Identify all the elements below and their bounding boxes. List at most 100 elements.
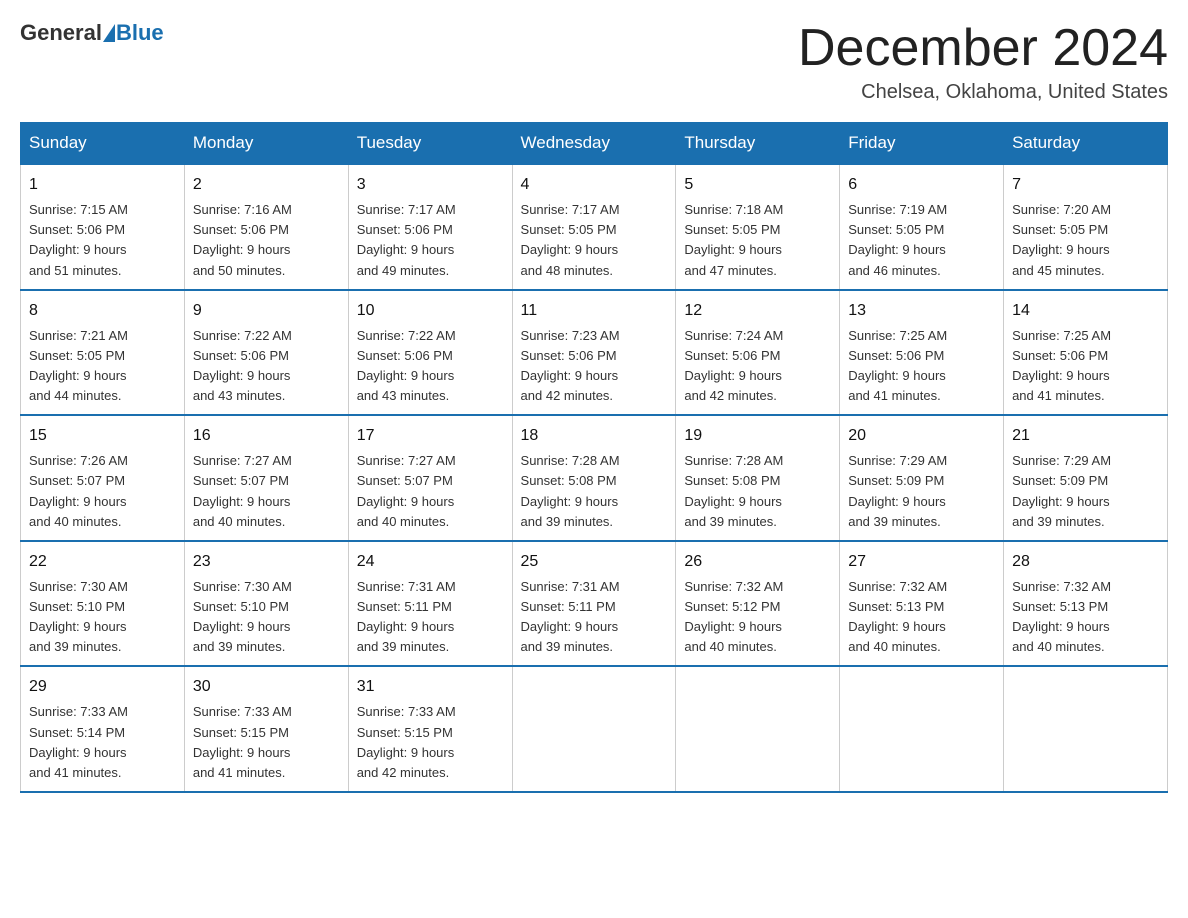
- calendar-day-cell: 23 Sunrise: 7:30 AMSunset: 5:10 PMDaylig…: [184, 541, 348, 667]
- calendar-header-saturday: Saturday: [1004, 123, 1168, 165]
- day-info: Sunrise: 7:31 AMSunset: 5:11 PMDaylight:…: [357, 577, 504, 658]
- day-number: 29: [29, 675, 176, 699]
- calendar-week-row: 8 Sunrise: 7:21 AMSunset: 5:05 PMDayligh…: [21, 290, 1168, 416]
- day-number: 17: [357, 424, 504, 448]
- calendar-header-monday: Monday: [184, 123, 348, 165]
- calendar-day-cell: [512, 666, 676, 792]
- day-info: Sunrise: 7:23 AMSunset: 5:06 PMDaylight:…: [521, 326, 668, 407]
- calendar-day-cell: 28 Sunrise: 7:32 AMSunset: 5:13 PMDaylig…: [1004, 541, 1168, 667]
- calendar-week-row: 29 Sunrise: 7:33 AMSunset: 5:14 PMDaylig…: [21, 666, 1168, 792]
- logo-general-text: General: [20, 20, 102, 46]
- calendar-day-cell: 1 Sunrise: 7:15 AMSunset: 5:06 PMDayligh…: [21, 164, 185, 290]
- location-title: Chelsea, Oklahoma, United States: [798, 81, 1168, 104]
- day-info: Sunrise: 7:25 AMSunset: 5:06 PMDaylight:…: [848, 326, 995, 407]
- day-number: 6: [848, 173, 995, 197]
- calendar-week-row: 1 Sunrise: 7:15 AMSunset: 5:06 PMDayligh…: [21, 164, 1168, 290]
- calendar-day-cell: 17 Sunrise: 7:27 AMSunset: 5:07 PMDaylig…: [348, 415, 512, 541]
- day-number: 23: [193, 550, 340, 574]
- day-number: 27: [848, 550, 995, 574]
- calendar-day-cell: [840, 666, 1004, 792]
- calendar-day-cell: 18 Sunrise: 7:28 AMSunset: 5:08 PMDaylig…: [512, 415, 676, 541]
- day-info: Sunrise: 7:27 AMSunset: 5:07 PMDaylight:…: [357, 451, 504, 532]
- calendar-day-cell: 7 Sunrise: 7:20 AMSunset: 5:05 PMDayligh…: [1004, 164, 1168, 290]
- day-number: 24: [357, 550, 504, 574]
- day-number: 12: [684, 299, 831, 323]
- day-info: Sunrise: 7:18 AMSunset: 5:05 PMDaylight:…: [684, 200, 831, 281]
- day-number: 16: [193, 424, 340, 448]
- day-info: Sunrise: 7:24 AMSunset: 5:06 PMDaylight:…: [684, 326, 831, 407]
- calendar-week-row: 15 Sunrise: 7:26 AMSunset: 5:07 PMDaylig…: [21, 415, 1168, 541]
- day-number: 19: [684, 424, 831, 448]
- calendar-header-wednesday: Wednesday: [512, 123, 676, 165]
- day-info: Sunrise: 7:21 AMSunset: 5:05 PMDaylight:…: [29, 326, 176, 407]
- day-number: 4: [521, 173, 668, 197]
- day-number: 13: [848, 299, 995, 323]
- day-number: 25: [521, 550, 668, 574]
- day-info: Sunrise: 7:19 AMSunset: 5:05 PMDaylight:…: [848, 200, 995, 281]
- day-info: Sunrise: 7:16 AMSunset: 5:06 PMDaylight:…: [193, 200, 340, 281]
- day-number: 5: [684, 173, 831, 197]
- day-number: 21: [1012, 424, 1159, 448]
- day-info: Sunrise: 7:17 AMSunset: 5:05 PMDaylight:…: [521, 200, 668, 281]
- calendar-day-cell: 12 Sunrise: 7:24 AMSunset: 5:06 PMDaylig…: [676, 290, 840, 416]
- logo-blue-text: Blue: [116, 20, 164, 46]
- month-title: December 2024: [798, 20, 1168, 77]
- day-info: Sunrise: 7:31 AMSunset: 5:11 PMDaylight:…: [521, 577, 668, 658]
- calendar-day-cell: [676, 666, 840, 792]
- day-number: 30: [193, 675, 340, 699]
- day-info: Sunrise: 7:32 AMSunset: 5:13 PMDaylight:…: [848, 577, 995, 658]
- day-number: 1: [29, 173, 176, 197]
- day-info: Sunrise: 7:32 AMSunset: 5:12 PMDaylight:…: [684, 577, 831, 658]
- day-number: 3: [357, 173, 504, 197]
- calendar-day-cell: 31 Sunrise: 7:33 AMSunset: 5:15 PMDaylig…: [348, 666, 512, 792]
- calendar-day-cell: 16 Sunrise: 7:27 AMSunset: 5:07 PMDaylig…: [184, 415, 348, 541]
- day-info: Sunrise: 7:20 AMSunset: 5:05 PMDaylight:…: [1012, 200, 1159, 281]
- day-number: 9: [193, 299, 340, 323]
- calendar-day-cell: 6 Sunrise: 7:19 AMSunset: 5:05 PMDayligh…: [840, 164, 1004, 290]
- calendar-day-cell: 19 Sunrise: 7:28 AMSunset: 5:08 PMDaylig…: [676, 415, 840, 541]
- day-info: Sunrise: 7:22 AMSunset: 5:06 PMDaylight:…: [357, 326, 504, 407]
- calendar-day-cell: 29 Sunrise: 7:33 AMSunset: 5:14 PMDaylig…: [21, 666, 185, 792]
- day-info: Sunrise: 7:32 AMSunset: 5:13 PMDaylight:…: [1012, 577, 1159, 658]
- calendar-week-row: 22 Sunrise: 7:30 AMSunset: 5:10 PMDaylig…: [21, 541, 1168, 667]
- day-info: Sunrise: 7:28 AMSunset: 5:08 PMDaylight:…: [684, 451, 831, 532]
- day-info: Sunrise: 7:26 AMSunset: 5:07 PMDaylight:…: [29, 451, 176, 532]
- calendar-day-cell: 8 Sunrise: 7:21 AMSunset: 5:05 PMDayligh…: [21, 290, 185, 416]
- day-info: Sunrise: 7:33 AMSunset: 5:15 PMDaylight:…: [193, 702, 340, 783]
- day-number: 18: [521, 424, 668, 448]
- day-info: Sunrise: 7:17 AMSunset: 5:06 PMDaylight:…: [357, 200, 504, 281]
- day-number: 2: [193, 173, 340, 197]
- day-info: Sunrise: 7:29 AMSunset: 5:09 PMDaylight:…: [1012, 451, 1159, 532]
- calendar-day-cell: 22 Sunrise: 7:30 AMSunset: 5:10 PMDaylig…: [21, 541, 185, 667]
- calendar-day-cell: 13 Sunrise: 7:25 AMSunset: 5:06 PMDaylig…: [840, 290, 1004, 416]
- calendar-day-cell: 20 Sunrise: 7:29 AMSunset: 5:09 PMDaylig…: [840, 415, 1004, 541]
- day-number: 7: [1012, 173, 1159, 197]
- calendar-day-cell: 15 Sunrise: 7:26 AMSunset: 5:07 PMDaylig…: [21, 415, 185, 541]
- calendar-day-cell: 30 Sunrise: 7:33 AMSunset: 5:15 PMDaylig…: [184, 666, 348, 792]
- day-info: Sunrise: 7:30 AMSunset: 5:10 PMDaylight:…: [193, 577, 340, 658]
- day-info: Sunrise: 7:33 AMSunset: 5:15 PMDaylight:…: [357, 702, 504, 783]
- calendar-header-row: SundayMondayTuesdayWednesdayThursdayFrid…: [21, 123, 1168, 165]
- calendar-day-cell: 21 Sunrise: 7:29 AMSunset: 5:09 PMDaylig…: [1004, 415, 1168, 541]
- day-info: Sunrise: 7:22 AMSunset: 5:06 PMDaylight:…: [193, 326, 340, 407]
- day-info: Sunrise: 7:29 AMSunset: 5:09 PMDaylight:…: [848, 451, 995, 532]
- day-number: 31: [357, 675, 504, 699]
- calendar-day-cell: 14 Sunrise: 7:25 AMSunset: 5:06 PMDaylig…: [1004, 290, 1168, 416]
- calendar-header-thursday: Thursday: [676, 123, 840, 165]
- day-info: Sunrise: 7:33 AMSunset: 5:14 PMDaylight:…: [29, 702, 176, 783]
- calendar-day-cell: 9 Sunrise: 7:22 AMSunset: 5:06 PMDayligh…: [184, 290, 348, 416]
- calendar-day-cell: 26 Sunrise: 7:32 AMSunset: 5:12 PMDaylig…: [676, 541, 840, 667]
- day-number: 8: [29, 299, 176, 323]
- calendar-day-cell: 5 Sunrise: 7:18 AMSunset: 5:05 PMDayligh…: [676, 164, 840, 290]
- day-info: Sunrise: 7:30 AMSunset: 5:10 PMDaylight:…: [29, 577, 176, 658]
- day-info: Sunrise: 7:27 AMSunset: 5:07 PMDaylight:…: [193, 451, 340, 532]
- day-number: 10: [357, 299, 504, 323]
- calendar-header-sunday: Sunday: [21, 123, 185, 165]
- logo: General Blue: [20, 20, 164, 46]
- calendar-table: SundayMondayTuesdayWednesdayThursdayFrid…: [20, 122, 1168, 793]
- page-header: General Blue December 2024 Chelsea, Okla…: [20, 20, 1168, 104]
- calendar-day-cell: 24 Sunrise: 7:31 AMSunset: 5:11 PMDaylig…: [348, 541, 512, 667]
- day-info: Sunrise: 7:28 AMSunset: 5:08 PMDaylight:…: [521, 451, 668, 532]
- logo-triangle-icon: [103, 24, 115, 42]
- calendar-day-cell: 11 Sunrise: 7:23 AMSunset: 5:06 PMDaylig…: [512, 290, 676, 416]
